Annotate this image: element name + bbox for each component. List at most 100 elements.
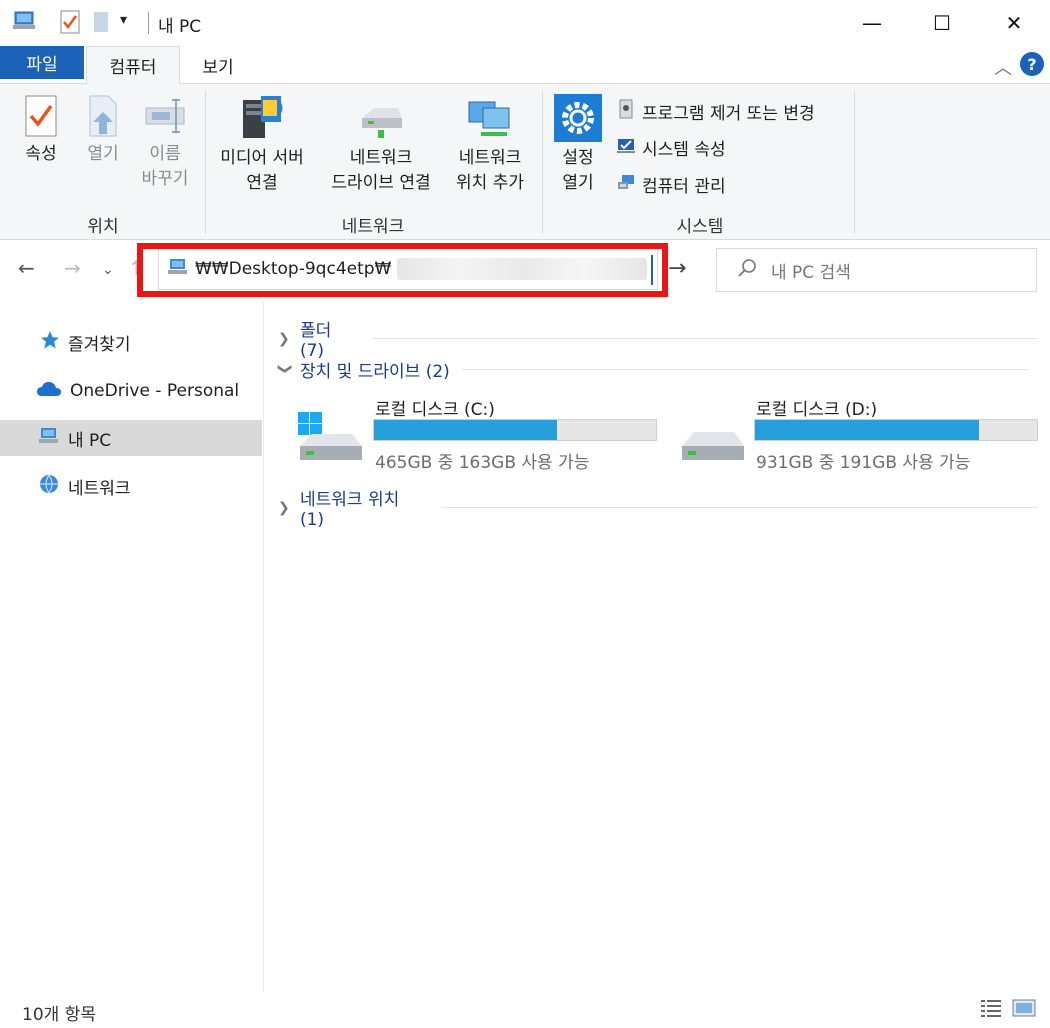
collapse-chevron-icon: ❯: [277, 362, 293, 375]
recent-locations-chevron-icon[interactable]: ⌄: [102, 262, 114, 278]
text-cursor: [651, 255, 653, 285]
search-box[interactable]: 내 PC 검색: [716, 248, 1037, 292]
forward-arrow-icon[interactable]: →: [64, 256, 81, 280]
sidebar-item-label: OneDrive - Personal: [70, 381, 240, 401]
close-button[interactable]: ✕: [978, 0, 1050, 46]
settings-label-line1: 설정: [562, 148, 594, 168]
sidebar-item-label: 즐겨찾기: [68, 334, 131, 355]
title-bar: ▾ 내 PC — ☐ ✕: [0, 0, 1050, 46]
drive-free-space: 931GB 중 191GB 사용 가능: [756, 453, 971, 473]
computer-icon: [167, 258, 189, 281]
media-server-button[interactable]: 미디어 서버 연결: [212, 94, 312, 196]
map-network-drive-button[interactable]: 네트워크 드라이브 연결: [316, 94, 446, 196]
uninstall-program-button[interactable]: 프로그램 제거 또는 변경: [616, 98, 815, 125]
sidebar-item-network[interactable]: 네트워크: [0, 468, 262, 504]
search-placeholder: 내 PC 검색: [771, 262, 851, 283]
tab-view[interactable]: 보기: [182, 46, 254, 84]
minimize-button[interactable]: —: [836, 0, 908, 46]
system-properties-label: 시스템 속성: [642, 140, 726, 160]
group-label-location: 위치: [87, 217, 119, 237]
media-server-icon: [237, 94, 287, 142]
open-label: 열기: [87, 144, 119, 164]
back-arrow-icon[interactable]: ←: [18, 256, 35, 280]
properties-label: 속성: [25, 144, 57, 164]
tab-computer[interactable]: 컴퓨터: [86, 46, 180, 84]
item-count: 10개 항목: [22, 1005, 96, 1025]
properties-quick-access-icon[interactable]: [60, 10, 80, 39]
rename-button[interactable]: 이름 바꾸기: [134, 94, 196, 192]
rename-icon: [142, 94, 188, 138]
settings-gear-icon: [554, 94, 602, 142]
title-separator: [148, 12, 149, 34]
section-divider: [440, 507, 1038, 508]
properties-button[interactable]: 속성: [14, 94, 68, 167]
system-properties-icon: [616, 135, 636, 160]
details-view-icon[interactable]: [980, 998, 1002, 1023]
sidebar-item-favorites[interactable]: 즐겨찾기: [0, 324, 262, 360]
address-path: ₩₩Desktop-9qc4etp₩: [195, 259, 392, 279]
help-icon[interactable]: ?: [1020, 52, 1044, 76]
drive-usage-fill: [374, 420, 558, 440]
star-icon: [40, 330, 60, 355]
new-folder-quick-access-icon[interactable]: [92, 10, 110, 39]
sidebar-item-onedrive[interactable]: OneDrive - Personal: [0, 373, 262, 409]
search-icon: [737, 258, 757, 283]
network-locations-section-header[interactable]: ❯ 네트워크 위치 (1): [278, 485, 1038, 530]
drive-name: 로컬 디스크 (D:): [756, 400, 878, 420]
section-divider: [461, 369, 1028, 370]
sidebar-item-this-pc[interactable]: 내 PC: [0, 420, 262, 456]
group-divider: [205, 90, 206, 234]
devices-section-header[interactable]: ❯ 장치 및 드라이브 (2): [277, 357, 1038, 382]
computer-icon: [38, 427, 60, 450]
sidebar-item-label: 네트워크: [68, 478, 131, 499]
up-arrow-icon[interactable]: ↑: [128, 256, 145, 280]
expand-chevron-icon: ❯: [278, 499, 290, 516]
media-server-label-line1: 미디어 서버: [220, 148, 304, 168]
address-bar[interactable]: ₩₩Desktop-9qc4etp₩: [158, 248, 658, 290]
ribbon-tabs: 파일 컴퓨터 보기 ︿ ?: [0, 46, 1050, 84]
redacted-path-segment: [397, 258, 648, 280]
large-icons-view-icon[interactable]: [1012, 998, 1036, 1023]
uninstall-icon: [616, 98, 636, 125]
computer-icon: [12, 10, 38, 37]
media-server-label-line2: 연결: [246, 173, 278, 193]
open-icon: [86, 94, 120, 138]
computer-management-button[interactable]: 컴퓨터 관리: [616, 172, 726, 197]
maximize-button[interactable]: ☐: [906, 0, 978, 46]
navigation-pane: 즐겨찾기 OneDrive - Personal 내 PC 네트워크: [0, 302, 264, 992]
add-location-label-line2: 위치 추가: [456, 173, 524, 193]
group-divider: [542, 90, 543, 234]
open-button[interactable]: 열기: [76, 94, 130, 167]
tab-file[interactable]: 파일: [0, 46, 84, 79]
ribbon: 속성 열기 이름 바꾸기 위치 미디어 서버 연결 네트워크 드라이브 연결 네…: [0, 84, 1050, 240]
network-header-label: 네트워크 위치 (1): [299, 490, 400, 530]
drive-usage-fill: [755, 420, 980, 440]
add-network-location-button[interactable]: 네트워크 위치 추가: [448, 94, 532, 196]
go-arrow-icon[interactable]: →: [668, 256, 686, 281]
hard-drive-icon: [678, 410, 746, 471]
network-drive-icon: [356, 94, 406, 142]
open-settings-button[interactable]: 설정 열기: [550, 94, 606, 196]
map-drive-label-line2: 드라이브 연결: [331, 173, 431, 193]
settings-label-line2: 열기: [562, 173, 594, 193]
system-properties-button[interactable]: 시스템 속성: [616, 135, 726, 160]
collapse-ribbon-chevron-icon[interactable]: ︿: [994, 54, 1012, 80]
computer-management-icon: [616, 172, 636, 197]
drive-free-space: 465GB 중 163GB 사용 가능: [375, 453, 590, 473]
network-icon: [38, 473, 60, 500]
windows-drive-icon: [296, 410, 364, 471]
expand-chevron-icon: ❯: [278, 330, 290, 347]
folders-header-label: 폴더 (7): [299, 321, 332, 361]
drive-name: 로컬 디스크 (C:): [375, 400, 495, 420]
folders-section-header[interactable]: ❯ 폴더 (7): [278, 316, 1038, 361]
map-drive-label-line1: 네트워크: [349, 148, 413, 168]
rename-label-line2: 바꾸기: [141, 169, 189, 189]
computer-management-label: 컴퓨터 관리: [642, 177, 726, 197]
section-divider: [372, 338, 1038, 339]
customize-quick-access-dropdown[interactable]: ▾: [120, 12, 127, 28]
group-label-system: 시스템: [676, 217, 724, 237]
drive-usage-bar: [754, 419, 1038, 441]
onedrive-cloud-icon: [36, 380, 62, 403]
rename-label-line1: 이름: [149, 144, 181, 164]
add-location-label-line1: 네트워크: [458, 148, 522, 168]
